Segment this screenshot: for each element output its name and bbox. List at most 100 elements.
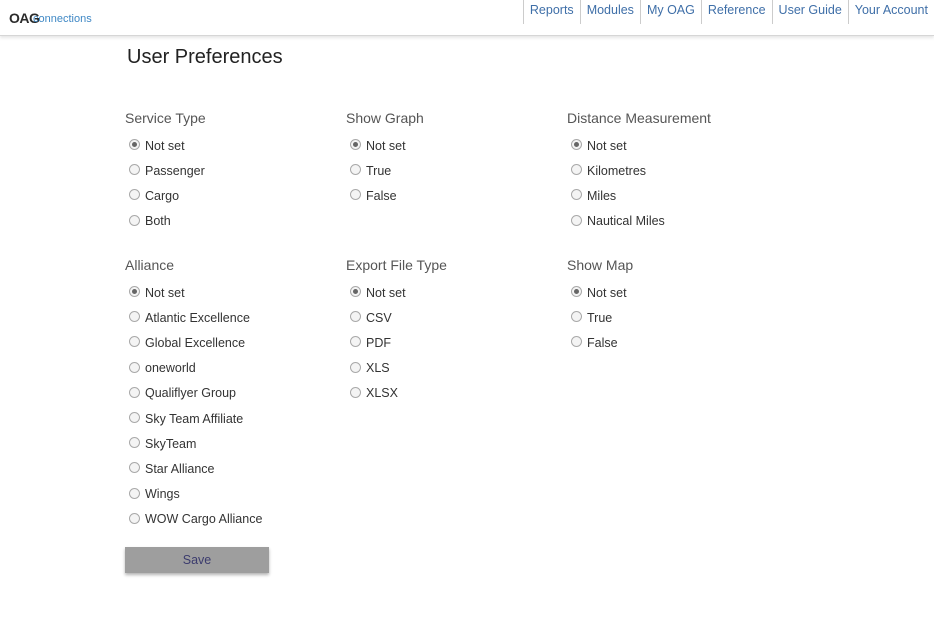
radio-label: PDF [366,335,391,350]
radio-option-true[interactable]: True [567,305,777,330]
radio-button[interactable] [350,286,361,298]
oag-logo[interactable]: OAG connections [9,10,104,32]
radio-option-not-set[interactable]: Not set [125,133,335,158]
logo-suffix: connections [33,13,92,25]
group-title: Export File Type [346,257,447,273]
radio-option-star-alliance[interactable]: Star Alliance [125,456,335,481]
group-title: Distance Measurement [567,110,711,126]
radio-button[interactable] [350,139,361,151]
radio-label: True [587,310,613,325]
main-nav: Reports Modules My OAG Reference User Gu… [522,0,934,24]
radio-label: Not set [145,138,185,153]
radio-label: Star Alliance [145,461,215,476]
radio-option-atlantic-excellence[interactable]: Atlantic Excellence [125,305,335,330]
nav-reference[interactable]: Reference [700,0,772,24]
radio-button[interactable] [129,139,140,151]
radio-button[interactable] [129,386,140,398]
radio-label: Qualiflyer Group [145,386,237,401]
radio-label: Miles [587,188,617,203]
radio-option-not-set[interactable]: Not set [346,280,556,305]
radio-label: Wings [145,487,180,502]
radio-option-csv[interactable]: CSV [346,305,556,330]
radio-option-global-excellence[interactable]: Global Excellence [125,330,335,355]
radio-option-xls[interactable]: XLS [346,356,556,381]
radio-label: Not set [587,138,627,153]
radio-option-both[interactable]: Both [125,209,335,234]
radio-button[interactable] [129,462,140,474]
radio-button[interactable] [571,214,582,226]
radio-option-oneworld[interactable]: oneworld [125,356,335,381]
nav-my-oag[interactable]: My OAG [639,0,701,24]
radio-label: CSV [366,310,392,325]
radio-option-pdf[interactable]: PDF [346,330,556,355]
radio-option-xlsx[interactable]: XLSX [346,381,556,406]
nav-your-account[interactable]: Your Account [847,0,934,24]
radio-option-wings[interactable]: Wings [125,482,335,507]
radio-button[interactable] [571,311,582,323]
radio-label: Sky Team Affiliate [145,411,244,426]
radio-label: Not set [587,285,627,300]
nav-user-guide[interactable]: User Guide [771,0,848,24]
radio-button[interactable] [571,336,582,348]
radio-button[interactable] [350,189,361,201]
radio-option-kilometres[interactable]: Kilometres [567,158,777,183]
group-show-map: Show Map Not set True False [567,255,777,356]
radio-button[interactable] [129,164,140,176]
radio-option-cargo[interactable]: Cargo [125,183,335,208]
radio-button[interactable] [129,437,140,449]
radio-option-miles[interactable]: Miles [567,183,777,208]
radio-option-wow-cargo-alliance[interactable]: WOW Cargo Alliance [125,507,335,532]
radio-option-nautical-miles[interactable]: Nautical Miles [567,209,777,234]
radio-button[interactable] [129,286,140,298]
radio-option-not-set[interactable]: Not set [567,133,777,158]
group-title: Show Map [567,257,634,273]
page-title: User Preferences [127,46,283,68]
radio-label: Cargo [145,188,180,203]
radio-option-skyteam[interactable]: SkyTeam [125,431,335,456]
radio-label: Not set [366,138,406,153]
radio-option-false[interactable]: False [567,330,777,355]
radio-button[interactable] [129,311,140,323]
radio-button[interactable] [350,386,361,398]
radio-option-passenger[interactable]: Passenger [125,158,335,183]
radio-button[interactable] [350,164,361,176]
radio-button[interactable] [571,164,582,176]
radio-label: True [366,163,392,178]
radio-button[interactable] [571,189,582,201]
group-distance-measurement: Distance Measurement Not set Kilometres Mil… [567,108,777,234]
group-title: Show Graph [346,110,424,126]
radio-label: WOW Cargo Alliance [145,512,263,527]
radio-label: Atlantic Excellence [145,310,250,325]
group-title: Alliance [125,257,175,273]
radio-option-sky-team-affiliate[interactable]: Sky Team Affiliate [125,406,335,431]
nav-modules[interactable]: Modules [579,0,640,24]
radio-label: oneworld [145,361,196,376]
radio-button[interactable] [129,336,140,348]
radio-button[interactable] [571,139,582,151]
top-bar: OAG connections Reports Modules My OAG R… [0,0,934,36]
radio-label: Kilometres [587,163,647,178]
radio-button[interactable] [129,487,140,499]
radio-option-qualiflyer-group[interactable]: Qualiflyer Group [125,381,335,406]
radio-button[interactable] [350,311,361,323]
radio-label: XLSX [366,386,398,401]
radio-button[interactable] [129,512,140,524]
radio-button[interactable] [350,336,361,348]
radio-button[interactable] [129,361,140,373]
radio-button[interactable] [129,189,140,201]
radio-option-false[interactable]: False [346,183,556,208]
save-button[interactable]: Save [125,547,269,573]
radio-button[interactable] [129,214,140,226]
nav-reports[interactable]: Reports [522,0,580,24]
radio-button[interactable] [129,412,140,424]
radio-option-not-set[interactable]: Not set [125,280,335,305]
radio-option-not-set[interactable]: Not set [567,280,777,305]
group-service-type: Service Type Not set Passenger Cargo Both [125,108,335,234]
radio-button[interactable] [350,361,361,373]
radio-option-not-set[interactable]: Not set [346,133,556,158]
radio-option-true[interactable]: True [346,158,556,183]
radio-button[interactable] [571,286,582,298]
radio-label: Global Excellence [145,335,246,350]
radio-label: Passenger [145,163,205,178]
radio-label: Nautical Miles [587,214,665,229]
